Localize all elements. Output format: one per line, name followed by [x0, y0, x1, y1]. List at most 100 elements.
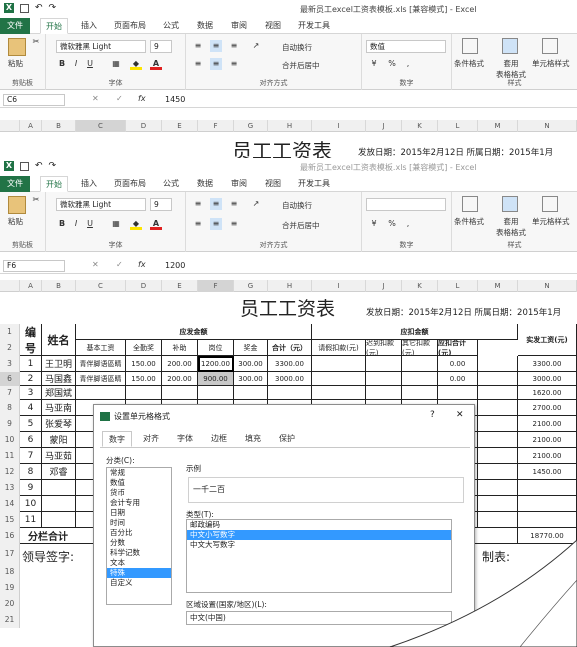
actual-pay[interactable]: 3000.00	[518, 372, 577, 386]
font-color-icon[interactable]: A	[150, 58, 162, 70]
tab-font[interactable]: 字体	[170, 431, 200, 447]
row-header[interactable]: 6	[0, 372, 20, 386]
table-cell[interactable]	[478, 400, 518, 416]
font-size-select[interactable]: 9	[150, 198, 172, 211]
table-cell[interactable]	[478, 496, 518, 512]
row-no[interactable]: 1	[20, 356, 42, 372]
font-name-select[interactable]: 微软雅黑 Light	[56, 198, 146, 211]
table-cell[interactable]	[234, 386, 268, 400]
help-icon[interactable]: ?	[430, 410, 435, 420]
tab-review[interactable]: 审阅	[226, 18, 252, 34]
column-header[interactable]: N	[518, 280, 577, 292]
fill-color-icon[interactable]: ◆	[130, 218, 142, 230]
subheader[interactable]: 合计（元）	[268, 340, 312, 356]
tab-fill[interactable]: 填充	[238, 431, 268, 447]
table-cell[interactable]	[366, 372, 402, 386]
subheader[interactable]: 请假扣款(元)	[312, 340, 366, 356]
orientation-icon[interactable]: ↗	[250, 198, 262, 210]
employee-name[interactable]: 马亚南	[42, 400, 76, 416]
table-cell[interactable]: 青伴脚语區睛	[76, 372, 126, 386]
cancel-icon[interactable]: ✕	[92, 94, 99, 103]
align-top-icon[interactable]: ≡	[192, 40, 204, 52]
wrap-text-button[interactable]: 自动换行	[282, 200, 312, 211]
cut-icon[interactable]: ✂	[30, 194, 42, 206]
table-cell[interactable]: 200.00	[162, 372, 198, 386]
row-header[interactable]: 13	[0, 480, 20, 496]
table-cell[interactable]: 3000.00	[268, 372, 312, 386]
table-cell[interactable]: 0.00	[438, 372, 478, 386]
employee-name[interactable]	[42, 512, 76, 528]
fill-color-icon[interactable]: ◆	[130, 58, 142, 70]
tab-review[interactable]: 审阅	[226, 176, 252, 192]
table-cell[interactable]: 3300.00	[268, 356, 312, 372]
paste-button[interactable]: 粘贴	[8, 216, 23, 227]
subheader[interactable]: 补助	[162, 340, 198, 356]
table-cell[interactable]	[268, 386, 312, 400]
tab-insert[interactable]: 插入	[76, 176, 102, 192]
align-right-icon[interactable]: ≡	[228, 58, 240, 70]
column-header[interactable]: H	[268, 120, 312, 132]
row-no[interactable]: 11	[20, 512, 42, 528]
font-name-select[interactable]: 微软雅黑 Light	[56, 40, 146, 53]
row-header[interactable]: 16	[0, 528, 20, 544]
table-cell[interactable]: 青伴脚语區睛	[76, 356, 126, 372]
percent-icon[interactable]: %	[386, 58, 398, 70]
employee-name[interactable]: 王卫明	[42, 356, 76, 372]
column-header[interactable]: C	[76, 120, 126, 132]
employee-name[interactable]: 马亚茹	[42, 448, 76, 464]
column-header[interactable]: E	[162, 120, 198, 132]
function-icon[interactable]: fx	[138, 260, 146, 269]
row-header[interactable]: 21	[0, 612, 20, 628]
table-cell[interactable]	[478, 386, 518, 400]
row-header[interactable]: 18	[0, 564, 20, 580]
row-no[interactable]: 8	[20, 464, 42, 480]
table-cell[interactable]	[312, 356, 366, 372]
column-header[interactable]: B	[42, 120, 76, 132]
conditional-format-icon[interactable]	[462, 196, 478, 212]
function-icon[interactable]: fx	[138, 94, 146, 103]
table-cell[interactable]	[162, 386, 198, 400]
percent-icon[interactable]: %	[386, 218, 398, 230]
column-header[interactable]: B	[42, 280, 76, 292]
type-item[interactable]: 邮政编码	[187, 520, 451, 530]
subheader[interactable]: 其它扣款(元)	[402, 340, 438, 356]
employee-name[interactable]: 蒙阳	[42, 432, 76, 448]
align-right-icon[interactable]: ≡	[228, 218, 240, 230]
conditional-format-button[interactable]: 条件格式	[454, 58, 484, 69]
italic-icon[interactable]: I	[70, 58, 82, 70]
underline-icon[interactable]: U	[84, 58, 96, 70]
table-cell[interactable]	[478, 512, 518, 528]
row-no[interactable]: 4	[20, 400, 42, 416]
tab-border[interactable]: 边框	[204, 431, 234, 447]
employee-name[interactable]: 马国鑫	[42, 372, 76, 386]
tab-insert[interactable]: 插入	[76, 18, 102, 34]
cancel-icon[interactable]: ✕	[92, 260, 99, 269]
actual-pay[interactable]: 2700.00	[518, 400, 577, 416]
name-box[interactable]: C6	[3, 94, 65, 106]
actual-pay[interactable]: 3300.00	[518, 356, 577, 372]
align-middle-icon[interactable]: ≡	[210, 40, 222, 52]
row-no[interactable]: 10	[20, 496, 42, 512]
category-item[interactable]: 常规	[107, 468, 171, 478]
row-header[interactable]: 17	[0, 544, 20, 564]
tab-protection[interactable]: 保护	[272, 431, 302, 447]
column-header[interactable]: D	[126, 120, 162, 132]
table-cell[interactable]: 900.00	[198, 372, 234, 386]
table-cell[interactable]	[478, 448, 518, 464]
category-item[interactable]: 百分比	[107, 528, 171, 538]
cell-styles-icon[interactable]	[542, 38, 558, 54]
category-item[interactable]: 自定义	[107, 578, 171, 588]
bold-icon[interactable]: B	[56, 58, 68, 70]
category-list[interactable]: 常规 数值 货币 会计专用 日期 时间 百分比 分数 科学记数 文本 特殊 自定义	[106, 467, 172, 605]
table-cell[interactable]: 300.00	[234, 356, 268, 372]
number-format-select[interactable]: 数值	[366, 40, 446, 53]
category-item[interactable]: 时间	[107, 518, 171, 528]
cut-icon[interactable]: ✂	[30, 36, 42, 48]
table-cell[interactable]	[478, 356, 518, 372]
category-item[interactable]: 特殊	[107, 568, 171, 578]
column-header[interactable]: J	[366, 280, 402, 292]
category-item[interactable]: 分数	[107, 538, 171, 548]
tab-file[interactable]: 文件	[0, 176, 30, 192]
italic-icon[interactable]: I	[70, 218, 82, 230]
row-header[interactable]: 1	[0, 324, 20, 340]
